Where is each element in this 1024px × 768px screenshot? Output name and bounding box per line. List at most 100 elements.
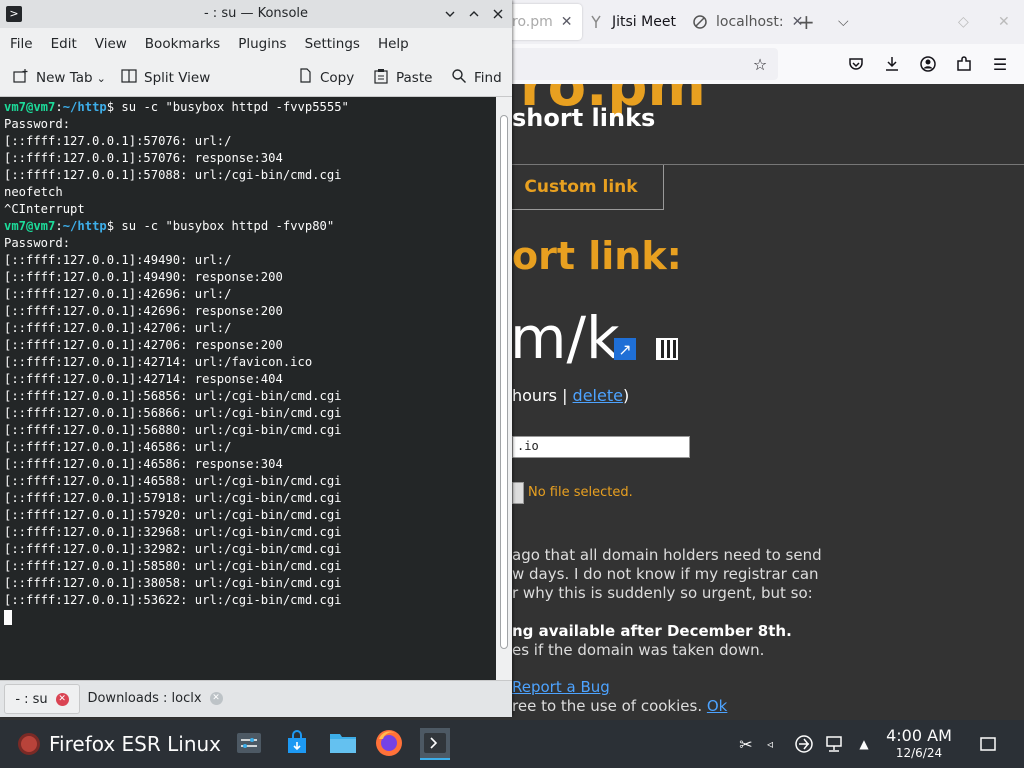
active-window-label: Firefox ESR Linux [49,732,222,756]
close-icon[interactable]: ✕ [55,692,69,706]
copy-button[interactable]: Copy [296,66,354,90]
close-icon[interactable]: ✕ [209,691,223,705]
terminal-output-line: [::ffff:127.0.0.1]:42706: response:200 [4,338,283,352]
discover-store-icon[interactable] [282,728,312,758]
split-view-button[interactable]: Split View [120,66,210,90]
notice-line: es if the domain was taken down. [512,641,765,659]
menu-edit[interactable]: Edit [51,36,77,52]
maximize-icon[interactable]: ◇ [958,4,974,40]
terminal-output-line: [::ffff:127.0.0.1]:56856: url:/cgi-bin/c… [4,389,342,403]
scrollbar-thumb[interactable] [500,115,508,649]
browser-tab-label: ro.pm [512,14,553,30]
terminal-output-line: [::ffff:127.0.0.1]:38058: url:/cgi-bin/c… [4,576,342,590]
new-tab-label: New Tab [36,70,93,86]
prompt-symbol: $ [106,100,115,114]
konsole-tab-downloads[interactable]: Downloads : loclx ✕ [82,684,228,712]
extensions-icon[interactable] [952,52,976,76]
terminal-cursor-line [4,609,496,626]
paste-icon [372,68,390,88]
custom-link-tab[interactable]: Custom link [498,165,664,210]
clock[interactable]: 4:00 AM 12/6/24 [880,726,958,760]
prompt-separator: : [55,100,63,114]
terminal-output-line: [::ffff:127.0.0.1]:58580: url:/cgi-bin/c… [4,559,342,573]
bookmark-star-icon[interactable]: ☆ [748,52,772,76]
menu-bookmarks[interactable]: Bookmarks [145,36,220,52]
terminal-output-line: ^CInterrupt [4,202,85,216]
url-textarea[interactable]: .io [512,436,690,458]
find-button[interactable]: Find [450,66,502,90]
terminal-cursor [4,610,12,625]
menu-file[interactable]: File [10,36,33,52]
account-icon[interactable] [916,52,940,76]
network-wired-icon[interactable] [822,732,846,756]
close-icon[interactable] [488,4,508,24]
notice-line: r why this is suddenly so urgent, but so… [512,584,813,602]
konsole-tab-label: Downloads : loclx [87,690,202,706]
active-window-task[interactable]: Firefox ESR Linux [0,720,230,768]
terminal-output-line: [::ffff:127.0.0.1]:57918: url:/cgi-bin/c… [4,491,342,505]
firefox-icon[interactable] [374,728,404,758]
terminal-command-line: vm7@vm7:~/http$ su -c "busybox httpd -fv… [4,99,496,116]
prompt-path: ~/http [62,100,107,114]
downloads-icon[interactable] [880,52,904,76]
close-window-icon[interactable]: ✕ [998,4,1014,40]
menu-help[interactable]: Help [378,36,409,52]
qr-code-icon[interactable] [656,338,678,360]
show-desktop-icon[interactable] [976,732,1000,756]
scissors-icon[interactable]: ✂ [734,732,758,756]
terminal-output-line: [::ffff:127.0.0.1]:53622: url:/cgi-bin/c… [4,593,342,607]
menu-plugins[interactable]: Plugins [238,36,286,52]
delete-link[interactable]: delete [573,386,623,405]
prompt-user: vm7@vm7 [4,100,56,114]
chevron-down-icon[interactable]: ⌄ [97,72,106,85]
cookie-ok-link[interactable]: Ok [707,697,728,715]
browser-tab-ro-pm[interactable]: ro.pm ✕ [500,4,582,40]
menu-bar: File Edit View Bookmarks Plugins Setting… [0,28,512,60]
terminal-scrollbar[interactable] [496,97,512,680]
browser-tab-label: localhost: [716,14,784,30]
find-label: Find [474,70,502,86]
browser-tab-localhost[interactable]: localhost: ✕ [692,4,803,40]
paste-button[interactable]: Paste [372,66,432,90]
list-all-tabs-icon[interactable]: ⌵ [838,4,858,40]
system-settings-icon[interactable] [234,728,264,758]
terminal-output[interactable]: vm7@vm7:~/http$ su -c "busybox httpd -fv… [0,97,496,680]
hamburger-menu-icon[interactable]: ☰ [988,52,1012,76]
volume-icon[interactable]: ◃ [758,732,782,756]
browser-tab-jitsi[interactable]: Jitsi Meet [588,4,678,40]
konsole-window: > - : su — Konsole File Edit View Bookma… [0,0,512,717]
copy-icon [296,68,314,88]
split-view-label: Split View [144,70,211,86]
konsole-task-icon[interactable] [420,728,450,760]
konsole-tab-bar: - : su ✕ Downloads : loclx ✕ [0,680,512,717]
konsole-tab-label: - : su [15,691,48,707]
network-vpn-icon[interactable] [792,732,816,756]
new-tab-button[interactable]: New Tab ⌄ [12,66,106,90]
external-link-icon[interactable]: ↗ [614,338,636,360]
main-toolbar: New Tab ⌄ Split View Copy Paste Find [0,60,512,97]
minimize-icon[interactable] [440,4,460,24]
file-browse-button[interactable] [512,482,524,504]
notice-line: w days. I do not know if my registrar ca… [512,565,819,583]
pocket-icon[interactable] [844,52,868,76]
new-tab-button[interactable]: + [798,4,818,40]
close-icon[interactable]: ✕ [561,14,573,30]
terminal-output-line: Password: [4,117,71,131]
file-manager-icon[interactable] [328,728,358,758]
no-file-label: No file selected. [528,485,633,500]
menu-view[interactable]: View [95,36,127,52]
notice-bold-line: ng available after December 8th. [512,622,792,640]
tray-expand-icon[interactable]: ▲ [852,732,876,756]
prompt-separator: : [55,219,63,233]
taskbar: Firefox ESR Linux ✂ ◃ ▲ 4:00 AM 12/6/24 [0,720,1024,768]
konsole-titlebar[interactable]: > - : su — Konsole [0,0,512,28]
konsole-tab-su[interactable]: - : su ✕ [4,684,80,714]
menu-settings[interactable]: Settings [305,36,360,52]
terminal-output-line: [::ffff:127.0.0.1]:57088: url:/cgi-bin/c… [4,168,342,182]
report-bug-link[interactable]: Report a Bug [512,678,610,696]
terminal-output-line: Password: [4,236,71,250]
search-icon [450,68,468,88]
terminal-output-line: [::ffff:127.0.0.1]:32982: url:/cgi-bin/c… [4,542,342,556]
split-view-icon [120,68,138,88]
maximize-icon[interactable] [464,4,484,24]
